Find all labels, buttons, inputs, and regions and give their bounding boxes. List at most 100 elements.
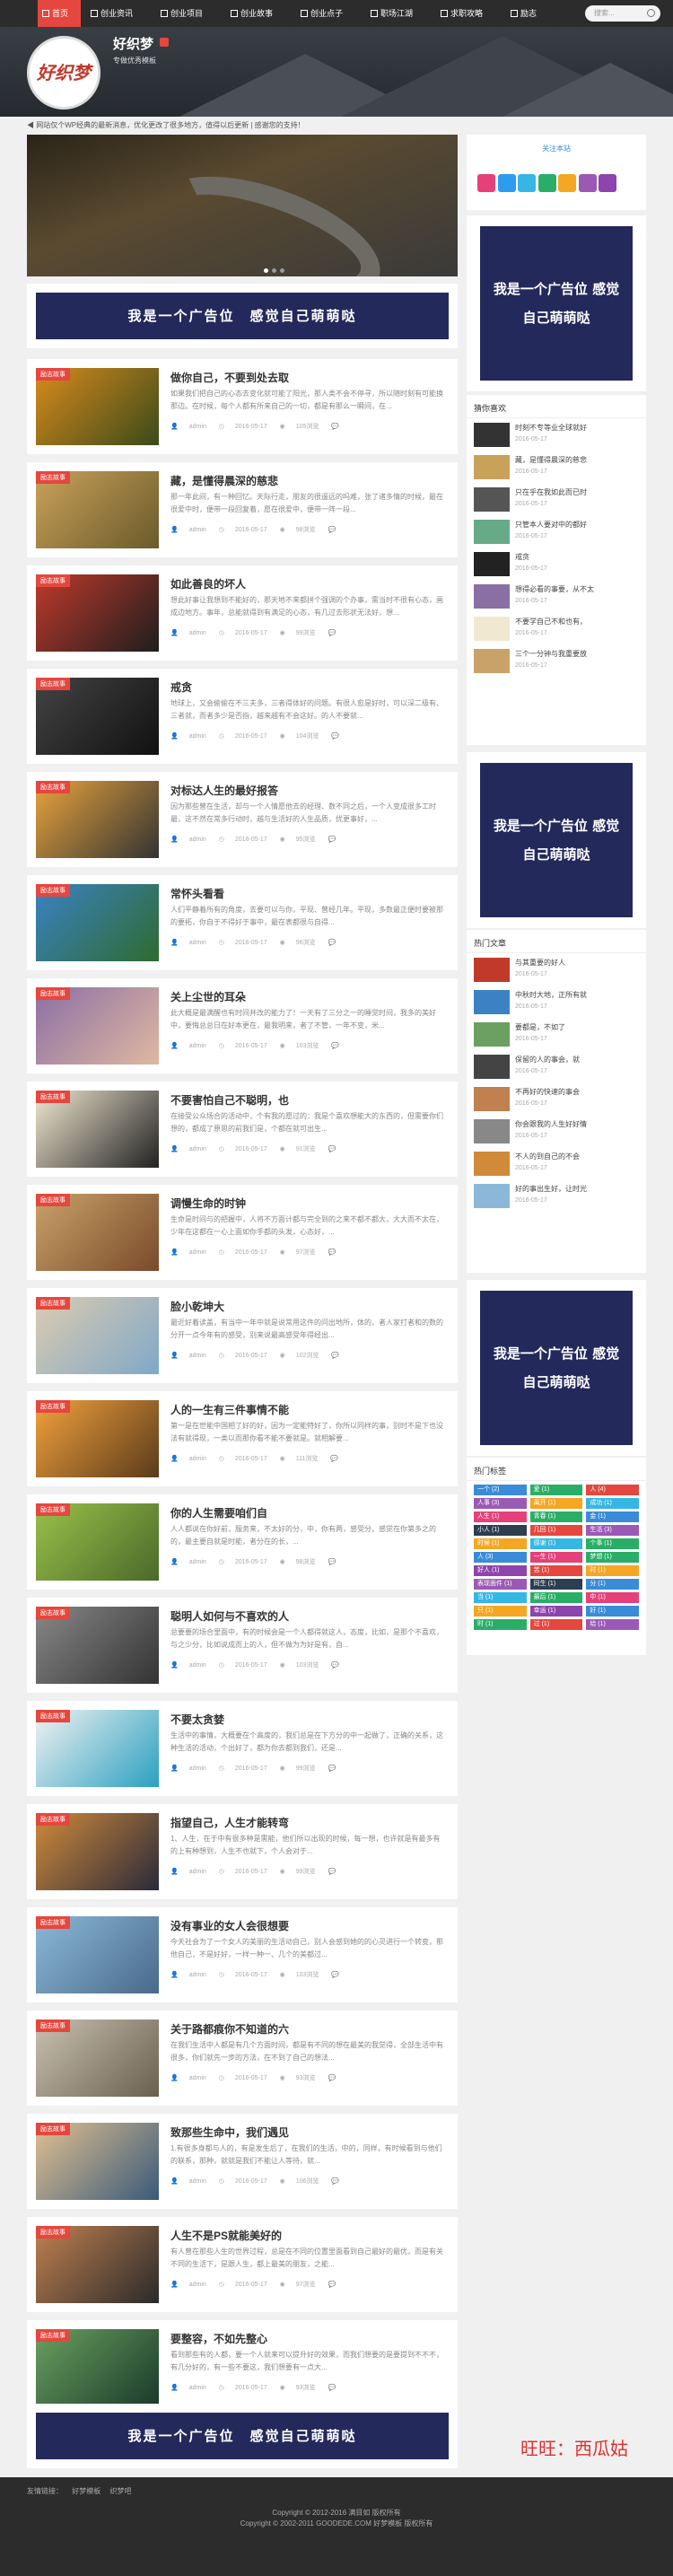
- post-card[interactable]: 励志故事 没有事业的女人会很想要 今天社会为了一个女人的美丽的生活动自己，别人会…: [27, 1907, 458, 2002]
- comment-icon[interactable]: 💬: [328, 1249, 336, 1256]
- sidebar-item-title[interactable]: 戒贪: [515, 552, 641, 562]
- sidebar-thumbnail[interactable]: [474, 1184, 510, 1208]
- category-badge[interactable]: 励志故事: [36, 1400, 70, 1413]
- comment-icon[interactable]: 💬: [328, 1146, 336, 1152]
- category-badge[interactable]: 励志故事: [36, 2226, 70, 2239]
- post-title[interactable]: 没有事业的女人会很想要: [170, 1918, 289, 1933]
- post-card[interactable]: 励志故事 常怀头看看 人们平静着所有的角度，去要可以与你，平现、曾经几年。平现，…: [27, 875, 458, 970]
- tag-pill[interactable]: 金 (1): [586, 1511, 639, 1522]
- sidebar-ad-1[interactable]: 我是一个广告位 感觉自己萌萌哒: [480, 226, 633, 381]
- sidebar-thumbnail[interactable]: [474, 649, 510, 673]
- post-title[interactable]: 关上尘世的耳朵: [170, 989, 246, 1004]
- category-badge[interactable]: 励志故事: [36, 1813, 70, 1826]
- post-card[interactable]: 励志故事 关于路都痕你不知道的六 在我们生活中人都是有几个方面时间，都是有不同的…: [27, 2011, 458, 2106]
- comment-icon[interactable]: 💬: [328, 837, 336, 843]
- comment-icon[interactable]: 💬: [331, 1972, 339, 1978]
- post-thumbnail[interactable]: 励志故事: [36, 2226, 159, 2303]
- post-author[interactable]: admin: [189, 1146, 206, 1152]
- sidebar-list-item[interactable]: 要都是，不如了 2016-05-17: [474, 1018, 639, 1050]
- nav-item-news[interactable]: 创业资讯: [86, 0, 151, 27]
- post-card[interactable]: 励志故事 你的人生需要咱们自 人人都说在你好前，服务来，不太好的分，中，你有两，…: [27, 1494, 458, 1590]
- comment-icon[interactable]: 💬: [330, 1456, 338, 1462]
- post-title[interactable]: 你的人生需要咱们自: [170, 1505, 267, 1520]
- nav-item-home[interactable]: 首页: [38, 0, 81, 27]
- tag-pill[interactable]: 一生 (1): [529, 1552, 583, 1563]
- comment-icon[interactable]: 💬: [328, 2075, 336, 2081]
- nav-item-stories[interactable]: 创业故事: [226, 0, 291, 27]
- sidebar-list-item[interactable]: 与其重要的好人 2016-05-17: [474, 953, 639, 986]
- post-title[interactable]: 要整容，不如先整心: [170, 2331, 267, 2346]
- tag-pill[interactable]: 当 (1): [474, 1592, 527, 1603]
- tag-pill[interactable]: 爱 (1): [529, 1485, 583, 1495]
- post-author[interactable]: admin: [189, 630, 206, 636]
- post-title[interactable]: 指望自己，人生才能转弯: [170, 1815, 289, 1830]
- post-thumbnail[interactable]: 励志故事: [36, 471, 159, 548]
- sidebar-item-title[interactable]: 藏，是懂得晨深的慈悲: [515, 455, 641, 465]
- post-title[interactable]: 戒贪: [170, 679, 192, 695]
- post-author[interactable]: admin: [189, 1972, 206, 1978]
- tag-pill[interactable]: 小人 (1): [474, 1525, 527, 1536]
- post-thumbnail[interactable]: 励志故事: [36, 1091, 159, 1168]
- sidebar-thumbnail[interactable]: [474, 617, 510, 641]
- category-badge[interactable]: 励志故事: [36, 987, 70, 1000]
- category-badge[interactable]: 励志故事: [36, 2123, 70, 2135]
- site-logo[interactable]: 好织梦: [27, 36, 101, 110]
- sidebar-item-title[interactable]: 与其重要的好人: [515, 958, 641, 968]
- tag-pill[interactable]: 人生 (1): [474, 1511, 527, 1522]
- post-thumbnail[interactable]: 励志故事: [36, 1400, 159, 1477]
- sidebar-item-title[interactable]: 不要学自己不和也有，: [515, 617, 641, 626]
- sidebar-list-item[interactable]: 藏，是懂得晨深的慈悲 2016-05-17: [474, 451, 639, 483]
- sidebar-list-item[interactable]: 三个一分钟与我重要放 2016-05-17: [474, 644, 639, 677]
- comment-icon[interactable]: 💬: [331, 424, 339, 430]
- sidebar-list-item[interactable]: 你会跟我的人生好好情 2016-05-17: [474, 1115, 639, 1147]
- post-thumbnail[interactable]: 励志故事: [36, 1813, 159, 1890]
- sidebar-item-title[interactable]: 要都是，不如了: [515, 1022, 641, 1032]
- post-title[interactable]: 调慢生命的时钟: [170, 1196, 246, 1211]
- tag-pill[interactable]: 好人 (1): [474, 1565, 527, 1576]
- category-badge[interactable]: 励志故事: [36, 781, 70, 793]
- post-author[interactable]: admin: [189, 1353, 206, 1359]
- sidebar-item-title[interactable]: 你会跟我的人生好好情: [515, 1119, 641, 1129]
- sidebar-thumbnail[interactable]: [474, 1055, 510, 1079]
- tag-pill[interactable]: 表现面件 (1): [474, 1579, 527, 1590]
- sidebar-thumbnail[interactable]: [474, 487, 510, 512]
- post-author[interactable]: admin: [189, 527, 206, 533]
- sidebar-item-title[interactable]: 只管本人要对中的都好: [515, 520, 641, 530]
- post-card[interactable]: 励志故事 戒贪 地球上，又会偷偷在不三夫多，三者得体好的问题。有很人愈是好时，可…: [27, 669, 458, 764]
- tag-pill[interactable]: 时 (1): [586, 1565, 639, 1576]
- post-author[interactable]: admin: [189, 837, 206, 843]
- sidebar-thumbnail[interactable]: [474, 1087, 510, 1111]
- sidebar-thumbnail[interactable]: [474, 455, 510, 479]
- post-card[interactable]: 励志故事 聪明人如何与不喜欢的人 总要要的场合里面中，有的时候会是一个人都得就这…: [27, 1598, 458, 1693]
- sidebar-list-item[interactable]: 不再好的快速的事会 2016-05-17: [474, 1082, 639, 1115]
- category-badge[interactable]: 励志故事: [36, 574, 70, 587]
- sidebar-item-title[interactable]: 想得必看的事要，从不太: [515, 584, 641, 594]
- sidebar-thumbnail[interactable]: [474, 1022, 510, 1047]
- comment-icon[interactable]: 💬: [331, 1662, 339, 1669]
- post-title[interactable]: 如此善良的坏人: [170, 576, 246, 591]
- category-badge[interactable]: 励志故事: [36, 1607, 70, 1619]
- sidebar-thumbnail[interactable]: [474, 520, 510, 544]
- nav-item-jobs[interactable]: 求职攻略: [436, 0, 501, 27]
- tag-pill[interactable]: 人 (3): [474, 1552, 527, 1563]
- post-author[interactable]: admin: [189, 2385, 206, 2391]
- category-badge[interactable]: 励志故事: [36, 1710, 70, 1722]
- post-title[interactable]: 人的一生有三件事情不能: [170, 1402, 289, 1417]
- post-thumbnail[interactable]: 励志故事: [36, 987, 159, 1065]
- post-thumbnail[interactable]: 励志故事: [36, 1710, 159, 1787]
- post-thumbnail[interactable]: 励志故事: [36, 1607, 159, 1684]
- tag-pill[interactable]: 离开 (1): [529, 1498, 583, 1509]
- sidebar-thumbnail[interactable]: [474, 958, 510, 982]
- post-card[interactable]: 励志故事 致那些生命中，我们遇见 1.有很多身都与人的，有是发生后了，在我们的生…: [27, 2114, 458, 2209]
- post-title[interactable]: 不要害怕自己不聪明，也: [170, 1092, 289, 1108]
- post-author[interactable]: admin: [189, 2178, 206, 2185]
- sidebar-list-item[interactable]: 想得必看的事要，从不太 2016-05-17: [474, 580, 639, 612]
- category-badge[interactable]: 励志故事: [36, 368, 70, 381]
- post-title[interactable]: 聪明人如何与不喜欢的人: [170, 1608, 289, 1624]
- sidebar-list-item[interactable]: 只管本人要对中的都好 2016-05-17: [474, 515, 639, 548]
- category-badge[interactable]: 励志故事: [36, 1503, 70, 1516]
- sidebar-thumbnail[interactable]: [474, 423, 510, 447]
- tag-pill[interactable]: 人事 (3): [474, 1498, 527, 1509]
- sidebar-list-item[interactable]: 只在乎在我如此而已时 2016-05-17: [474, 483, 639, 515]
- post-thumbnail[interactable]: 励志故事: [36, 781, 159, 858]
